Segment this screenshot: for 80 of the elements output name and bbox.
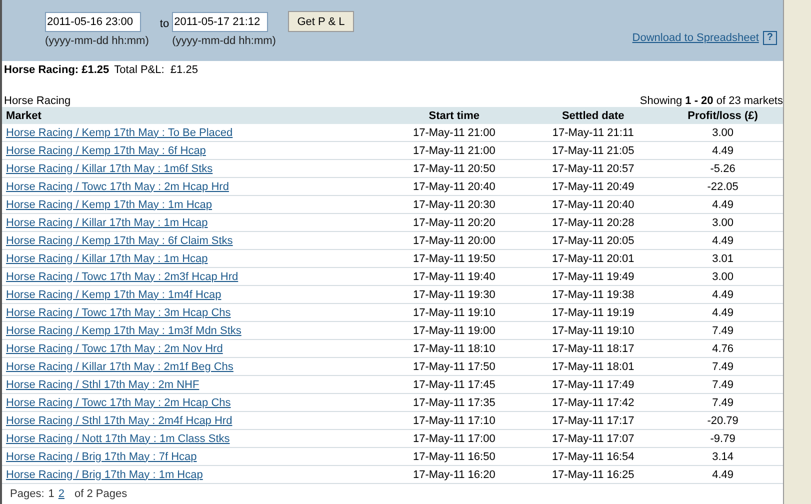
- table-cell: 17-May-11 17:45: [384, 376, 524, 394]
- date-format-hint: (yyyy-mm-dd hh:mm): [172, 35, 276, 47]
- table-cell: 17-May-11 20:05: [524, 232, 663, 250]
- date-format-hint: (yyyy-mm-dd hh:mm): [45, 35, 149, 47]
- table-cell: 17-May-11 21:00: [384, 142, 524, 160]
- market-link[interactable]: Horse Racing / Brig 17th May : 1m Hcap: [2, 466, 385, 484]
- market-link[interactable]: Horse Racing / Towc 17th May : 3m Hcap Chs: [2, 304, 385, 322]
- table-cell: 17-May-11 18:17: [524, 340, 663, 358]
- total-pl: Total P&L: £1.25: [114, 64, 198, 76]
- market-link[interactable]: Horse Racing / Nott 17th May : 1m Class Stks: [2, 430, 385, 448]
- table-cell: 17-May-11 19:40: [384, 268, 524, 286]
- table-cell: 17-May-11 17:07: [524, 430, 663, 448]
- pages-label: Pages:: [10, 488, 44, 500]
- category-total: Horse Racing: £1.25: [4, 64, 110, 76]
- market-link[interactable]: Horse Racing / Towc 17th May : 2m Hcap Hrd: [2, 178, 385, 196]
- table-cell: 17-May-11 19:30: [384, 286, 524, 304]
- table-cell: 17-May-11 21:11: [524, 124, 663, 142]
- table-cell: 17-May-11 19:10: [524, 322, 663, 340]
- table-cell: 17-May-11 19:00: [384, 322, 524, 340]
- table-caption: Horse Racing: [4, 95, 71, 107]
- table-cell: 17-May-11 19:49: [524, 268, 663, 286]
- showing-count: Showing 1 - 20 of 23 markets: [640, 95, 783, 107]
- table-cell: 17-May-11 19:19: [524, 304, 663, 322]
- market-link[interactable]: Horse Racing / Brig 17th May : 7f Hcap: [2, 448, 385, 466]
- table-cell: 17-May-11 20:20: [384, 214, 524, 232]
- table-cell: 17-May-11 17:35: [384, 394, 524, 412]
- table-cell: 17-May-11 16:25: [524, 466, 663, 484]
- table-cell: 17-May-11 17:17: [524, 412, 663, 430]
- market-link[interactable]: Horse Racing / Kemp 17th May : 6f Claim Stks: [2, 232, 385, 250]
- market-link[interactable]: Horse Racing / Towc 17th May : 2m Hcap Chs: [2, 394, 385, 412]
- table-cell: 17-May-11 20:30: [384, 196, 524, 214]
- market-link[interactable]: Horse Racing / Killar 17th May : 1m Hcap: [2, 214, 385, 232]
- table-cell: 17-May-11 20:57: [524, 160, 663, 178]
- table-cell: 17-May-11 21:00: [384, 124, 524, 142]
- table-cell: 17-May-11 19:50: [384, 250, 524, 268]
- table-cell: 17-May-11 16:50: [384, 448, 524, 466]
- table-cell: 17-May-11 19:38: [524, 286, 663, 304]
- column-header: Profit/loss (£): [662, 107, 783, 124]
- table-cell: 17-May-11 17:50: [384, 358, 524, 376]
- column-header: Market: [2, 107, 385, 124]
- market-link[interactable]: Horse Racing / Sthl 17th May : 2m4f Hcap Hrd: [2, 412, 385, 430]
- market-link[interactable]: Horse Racing / Towc 17th May : 2m3f Hcap Hrd: [2, 268, 385, 286]
- market-link[interactable]: Horse Racing / Killar 17th May : 2m1f Beg Chs: [2, 358, 385, 376]
- table-cell: 17-May-11 18:01: [524, 358, 663, 376]
- pages-total: of 2 Pages: [74, 488, 128, 500]
- market-link[interactable]: Horse Racing / Killar 17th May : 1m Hcap: [2, 250, 385, 268]
- table-cell: 17-May-11 16:20: [384, 466, 524, 484]
- table-cell: 17-May-11 21:05: [524, 142, 663, 160]
- table-cell: 17-May-11 17:49: [524, 376, 663, 394]
- page-link[interactable]: 2: [58, 488, 64, 500]
- market-link[interactable]: Horse Racing / Kemp 17th May : To Be Placed: [2, 124, 385, 142]
- table-cell: 17-May-11 20:40: [384, 178, 524, 196]
- to-date-field[interactable]: 2011-05-17 21:12: [172, 12, 268, 32]
- table-cell: 17-May-11 20:49: [524, 178, 663, 196]
- table-cell: 17-May-11 17:00: [384, 430, 524, 448]
- market-link[interactable]: Horse Racing / Killar 17th May : 1m6f Stks: [2, 160, 385, 178]
- table-cell: 17-May-11 20:01: [524, 250, 663, 268]
- column-header: Start time: [384, 107, 524, 124]
- table-cell: 17-May-11 20:40: [524, 196, 663, 214]
- market-link[interactable]: Horse Racing / Kemp 17th May : 1m Hcap: [2, 196, 385, 214]
- table-cell: 17-May-11 20:50: [384, 160, 524, 178]
- market-link[interactable]: Horse Racing / Kemp 17th May : 1m3f Mdn Stks: [2, 322, 385, 340]
- download-link[interactable]: Download to Spreadsheet: [632, 32, 759, 44]
- get-pl-button[interactable]: Get P & L: [288, 11, 354, 32]
- to-label: to: [160, 18, 170, 30]
- market-link[interactable]: Horse Racing / Towc 17th May : 2m Nov Hrd: [2, 340, 385, 358]
- from-date-field[interactable]: 2011-05-16 23:00: [45, 12, 141, 32]
- table-cell: 17-May-11 20:00: [384, 232, 524, 250]
- table-cell: 17-May-11 19:10: [384, 304, 524, 322]
- market-link[interactable]: Horse Racing / Sthl 17th May : 2m NHF: [2, 376, 385, 394]
- market-link[interactable]: Horse Racing / Kemp 17th May : 6f Hcap: [2, 142, 385, 160]
- table-cell: 17-May-11 17:10: [384, 412, 524, 430]
- page-link[interactable]: 1: [48, 488, 54, 500]
- table-cell: 17-May-11 16:54: [524, 448, 663, 466]
- table-cell: 17-May-11 18:10: [384, 340, 524, 358]
- table-cell: 17-May-11 17:42: [524, 394, 663, 412]
- help-button[interactable]: ?: [762, 31, 777, 45]
- table-cell: 17-May-11 20:28: [524, 214, 663, 232]
- column-header: Settled date: [524, 107, 663, 124]
- market-link[interactable]: Horse Racing / Kemp 17th May : 1m4f Hcap: [2, 286, 385, 304]
